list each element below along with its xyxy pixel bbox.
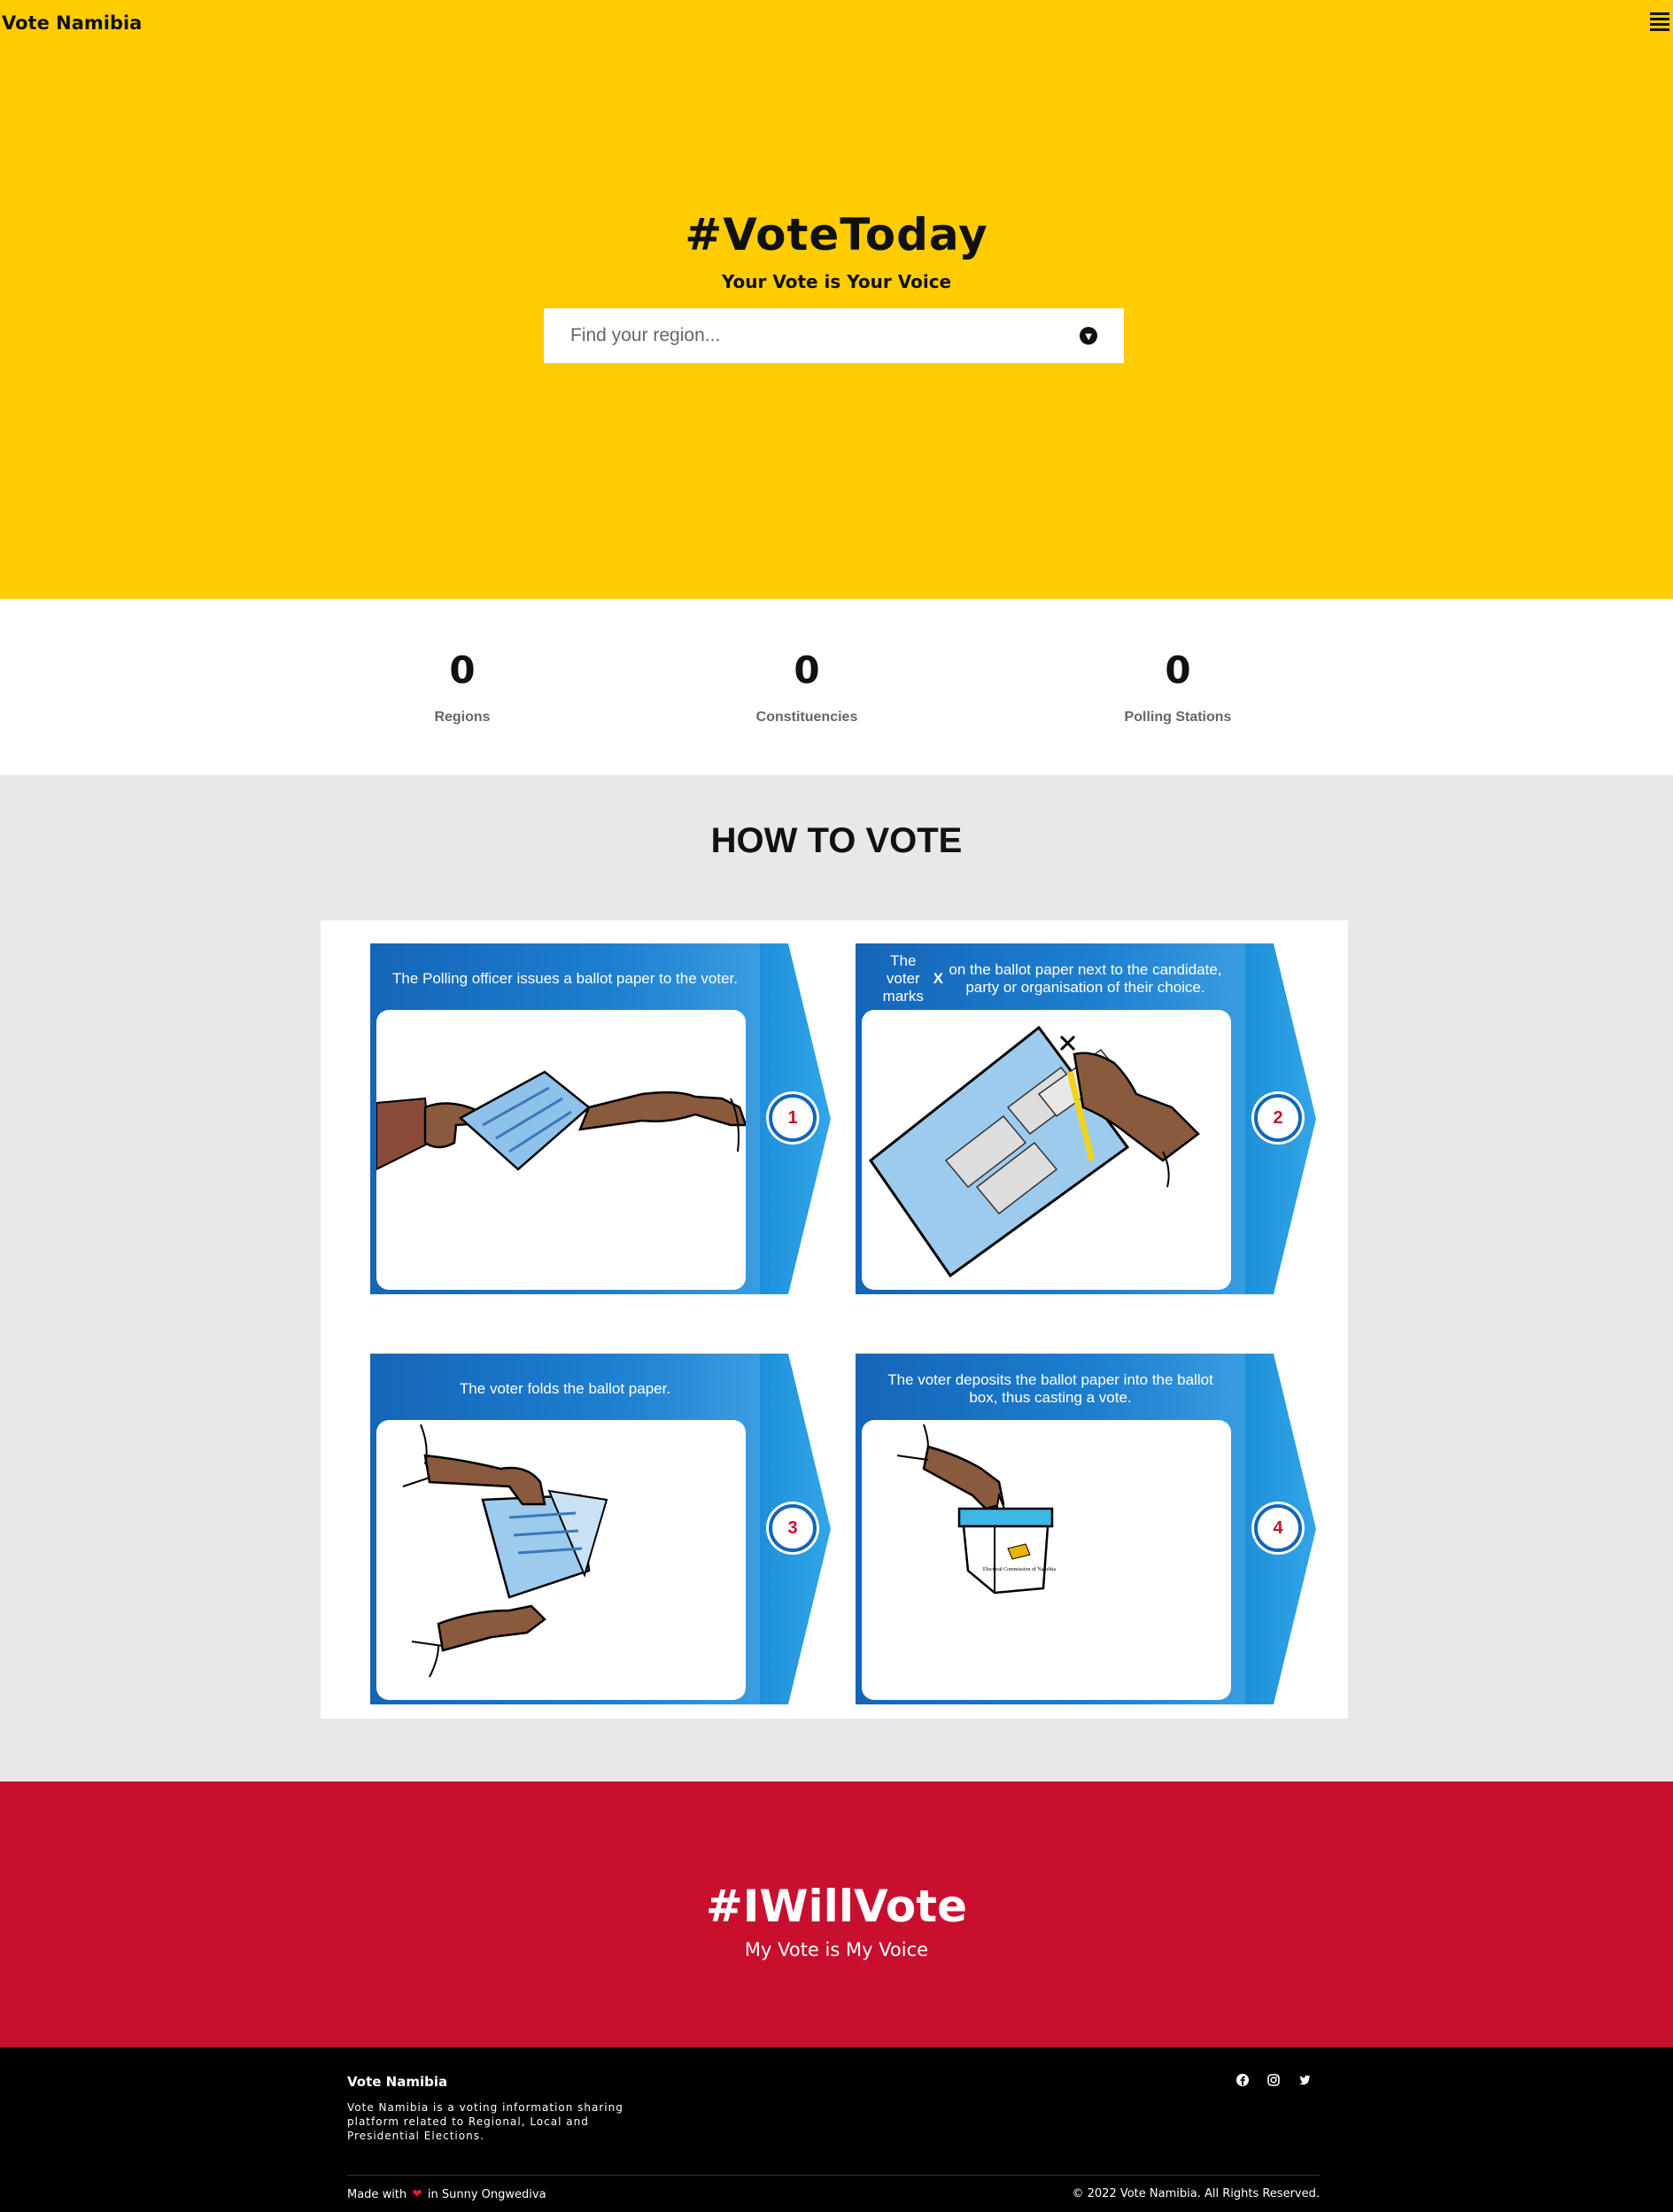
step-caption-bold: X [933, 970, 943, 987]
stat-constituencies: 0 Constituencies [692, 648, 922, 726]
chevron-down-circle-icon: ▼ [1080, 327, 1097, 345]
step-number-badge: 3 [769, 1504, 817, 1552]
ballot-box-label: Electoral Commission of Namibia [983, 1566, 1056, 1572]
facebook-icon[interactable] [1235, 2072, 1250, 2087]
hamburger-menu-icon[interactable] [1650, 12, 1669, 31]
site-brand[interactable]: Vote Namibia [2, 12, 142, 34]
hand-depositing-ballot-illustration: Electoral Commission of Namibia [862, 1420, 1231, 1700]
hero-title: #VoteToday [685, 209, 988, 260]
step-caption: The voter deposits the ballot paper into… [887, 1371, 1213, 1406]
stats-section: 0 Regions 0 Constituencies 0 Polling Sta… [0, 599, 1673, 775]
footer-description: Vote Namibia is a voting information sha… [347, 2101, 624, 2142]
step-1-card: The Polling officer issues a ballot pape… [370, 943, 831, 1294]
how-to-vote-section: HOW TO VOTE The Polling officer issues a… [0, 775, 1673, 1781]
step-number-badge: 2 [1254, 1094, 1302, 1142]
made-with-suffix: in Sunny Ongwediva [427, 2187, 546, 2201]
step-3-card: The voter folds the ballot paper. 3 [370, 1354, 831, 1704]
stat-value: 0 [794, 648, 820, 692]
region-select-placeholder: Find your region... [570, 325, 721, 345]
hero-subtitle: Your Vote is Your Voice [721, 271, 952, 292]
heart-icon: ❤ [412, 2187, 422, 2201]
region-select[interactable]: Find your region... ▼ [544, 308, 1124, 363]
hero-section: Vote Namibia #VoteToday Your Vote is You… [0, 0, 1673, 599]
footer: Vote Namibia Vote Namibia is a voting in… [0, 2047, 1673, 2212]
stat-label: Regions [434, 710, 491, 725]
step-number-badge: 4 [1254, 1504, 1302, 1552]
step-caption: The Polling officer issues a ballot pape… [392, 970, 738, 987]
stat-polling-stations: 0 Polling Stations [1063, 648, 1293, 726]
made-with-prefix: Made with [347, 2187, 407, 2201]
stat-value: 0 [449, 648, 476, 692]
vote-banner: #IWillVote My Vote is My Voice [0, 1781, 1673, 2047]
step-caption-text: The voter marks [882, 952, 924, 1005]
how-to-vote-title: HOW TO VOTE [710, 821, 963, 860]
step-caption: The voter marks X on the ballot paper ne… [864, 952, 1236, 1005]
twitter-icon[interactable] [1297, 2072, 1312, 2087]
footer-brand: Vote Namibia [347, 2074, 448, 2090]
footer-copyright: © 2022 Vote Namibia. All Rights Reserved… [1072, 2187, 1321, 2200]
step-caption: The voter folds the ballot paper. [459, 1380, 671, 1397]
stat-regions: 0 Regions [347, 648, 577, 726]
stat-label: Constituencies [755, 710, 858, 725]
footer-divider [347, 2175, 1320, 2176]
stat-value: 0 [1165, 648, 1191, 692]
instagram-icon[interactable] [1266, 2072, 1281, 2087]
steps-panel: The Polling officer issues a ballot pape… [321, 920, 1348, 1719]
stat-label: Polling Stations [1124, 710, 1232, 725]
hand-marking-ballot-illustration [862, 1010, 1231, 1290]
banner-title: #IWillVote [705, 1881, 968, 1932]
step-caption-text: on the ballot paper next to the candidat… [949, 961, 1222, 996]
hands-folding-ballot-illustration [376, 1420, 746, 1700]
hands-passing-ballot-illustration [376, 1010, 746, 1290]
social-links [1235, 2072, 1312, 2087]
banner-subtitle: My Vote is My Voice [744, 1939, 929, 1960]
footer-made-with: Made with ❤ in Sunny Ongwediva [347, 2187, 546, 2201]
step-2-card: The voter marks X on the ballot paper ne… [856, 943, 1316, 1294]
step-number-badge: 1 [769, 1094, 817, 1142]
step-4-card: The voter deposits the ballot paper into… [856, 1354, 1316, 1704]
